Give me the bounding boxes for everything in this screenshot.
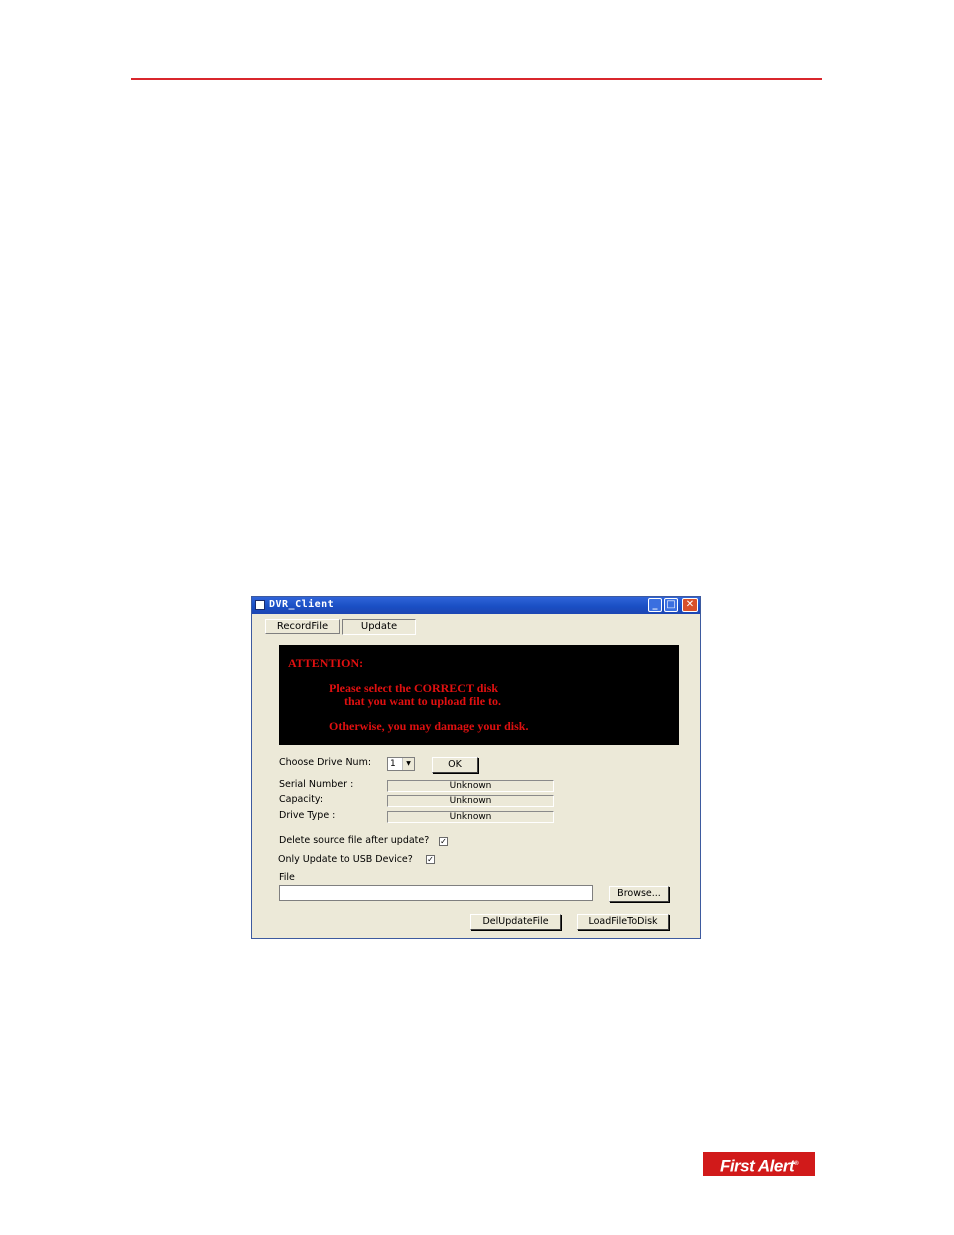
usb-only-label: Only Update to USB Device? [278,854,413,865]
serial-number-label: Serial Number : [279,779,354,790]
chevron-down-icon: ▼ [402,758,414,770]
window-title: DVR_Client [269,599,335,610]
drive-num-value: 1 [390,759,396,769]
app-icon [255,600,265,610]
close-button[interactable]: ✕ [682,598,698,612]
file-label: File [279,872,295,883]
capacity-label: Capacity: [279,794,324,805]
serial-number-value: Unknown [387,780,554,792]
ok-button[interactable]: OK [432,757,478,773]
del-update-file-button[interactable]: DelUpdateFile [470,914,561,930]
usb-only-checkbox[interactable]: ✓ [426,855,435,864]
tab-recordfile[interactable]: RecordFile [265,619,340,634]
load-file-to-disk-button[interactable]: LoadFileToDisk [577,914,669,930]
first-alert-logo: First Alert® [703,1152,815,1176]
file-path-input[interactable] [279,885,593,901]
browse-button[interactable]: Browse... [609,886,669,902]
attention-panel: ATTENTION: Please select the CORRECT dis… [279,645,679,745]
drive-type-label: Drive Type : [279,810,336,821]
attention-line-2: that you want to upload file to. [344,694,502,708]
dvr-client-window: DVR_Client _ □ ✕ RecordFile Update ATTEN… [251,596,701,939]
drive-num-select[interactable]: 1 ▼ [387,757,415,771]
minimize-button[interactable]: _ [648,598,662,612]
capacity-value: Unknown [387,795,554,807]
logo-text: First Alert [719,1156,795,1176]
maximize-button[interactable]: □ [664,598,678,612]
tab-update[interactable]: Update [342,619,416,635]
attention-line-3: Otherwise, you may damage your disk. [329,719,529,733]
drive-num-label: Choose Drive Num: [279,757,372,768]
drive-type-value: Unknown [387,811,554,823]
attention-heading: ATTENTION: [288,656,364,670]
title-bar[interactable]: DVR_Client _ □ ✕ [252,597,700,614]
delete-source-label: Delete source file after update? [279,835,430,846]
delete-source-checkbox[interactable]: ✓ [439,837,448,846]
header-rule [131,78,822,80]
